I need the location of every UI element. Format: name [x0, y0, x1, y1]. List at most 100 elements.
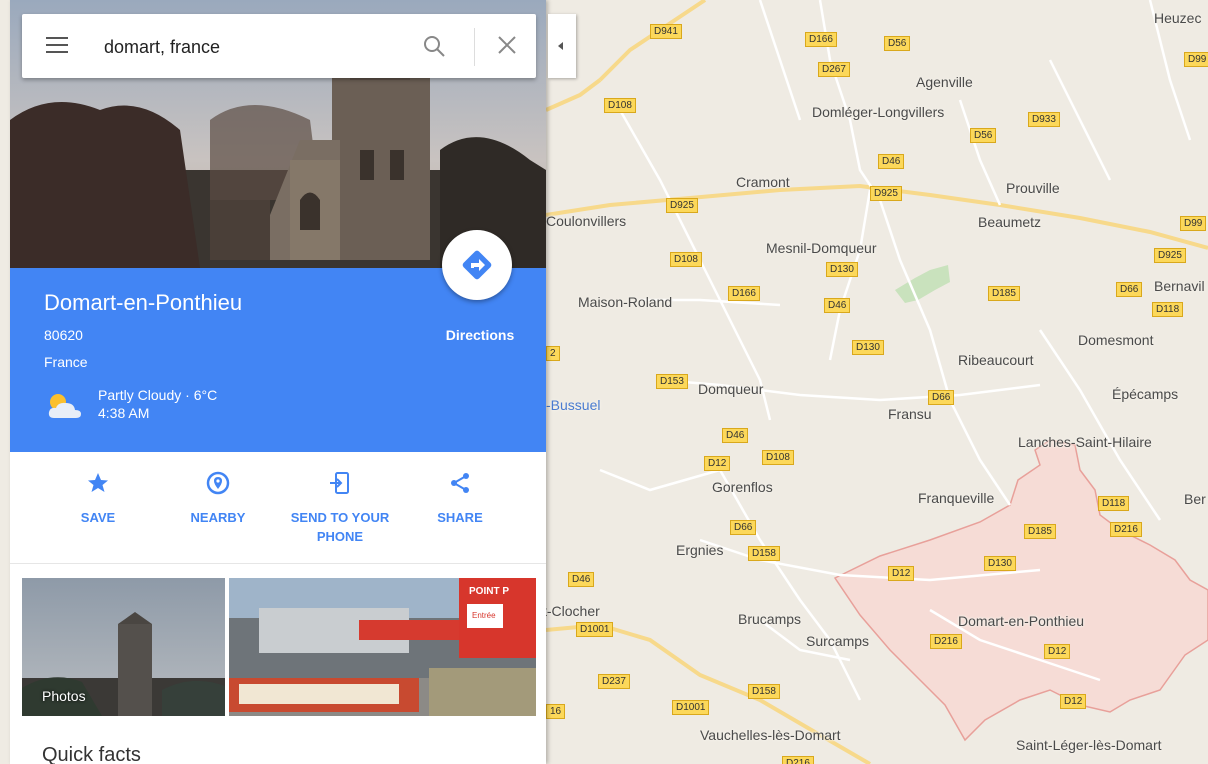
map-place-label: Domart-en-Ponthieu	[958, 613, 1085, 629]
store-sign-entree: Entrée	[472, 611, 496, 620]
place-country: France	[44, 354, 88, 370]
action-row: SAVE NEARBY SEND TO YOUR PHONE SHARE	[10, 452, 546, 564]
road-shield: D166	[805, 32, 837, 47]
road-shield: D941	[650, 24, 682, 39]
map-place-label: Surcamps	[806, 633, 870, 649]
nearby-button[interactable]: NEARBY	[158, 470, 278, 527]
place-side-panel: Domart-en-Ponthieu 80620 France Partly C…	[10, 0, 546, 764]
weather-info: Partly Cloudy · 6°C 4:38 AM	[98, 386, 217, 422]
road-shield: D66	[928, 390, 955, 405]
place-title: Domart-en-Ponthieu	[44, 290, 243, 315]
road-shield: D130	[984, 556, 1016, 571]
chevron-left-icon	[558, 42, 563, 50]
map-place-label: Lanches-Saint-Hilaire	[1018, 434, 1152, 450]
road-shield: D216	[930, 634, 962, 649]
road-shield: D925	[1154, 248, 1186, 263]
road-shield: D153	[656, 374, 688, 389]
local-time: 4:38 AM	[98, 405, 150, 421]
map-place-label: Ergnies	[676, 542, 724, 558]
road-shield: D118	[1098, 496, 1130, 511]
road-shield: D216	[1110, 522, 1142, 537]
map-place-label: Domqueur	[698, 381, 764, 397]
save-button[interactable]: SAVE	[38, 470, 158, 527]
road-shield: D99	[1184, 52, 1208, 67]
road-shield: D925	[870, 186, 902, 201]
road-d941-west	[545, 78, 602, 112]
map-place-label: Brucamps	[738, 611, 802, 627]
map-place-label: Épécamps	[1112, 386, 1179, 402]
map-place-label: Gorenflos	[712, 479, 773, 495]
search-input[interactable]	[104, 32, 404, 62]
map-place-label: Heuzec	[1154, 10, 1202, 26]
map-place-label: Franqueville	[918, 490, 995, 506]
search-divider	[474, 28, 475, 66]
share-button[interactable]: SHARE	[400, 470, 520, 527]
map-place-label: Cramont	[736, 174, 790, 190]
directions-label[interactable]: Directions	[430, 327, 530, 343]
map-place-label: Ribeaucourt	[958, 352, 1034, 368]
nearby-label: NEARBY	[190, 510, 246, 525]
road-shield: D66	[730, 520, 757, 535]
map-place-label: Saint-Léger-lès-Domart	[1016, 737, 1162, 753]
directions-icon	[462, 250, 492, 280]
commune-area-domart	[833, 439, 1208, 742]
map-place-label: Coulonvillers	[546, 213, 627, 229]
road-shield: D1001	[576, 622, 614, 637]
store-sign-brand: POINT P	[469, 586, 510, 597]
directions-button[interactable]	[442, 230, 512, 300]
close-icon[interactable]	[496, 34, 518, 61]
map-place-label: Domesmont	[1078, 332, 1154, 348]
photo-church[interactable]: Photos	[22, 578, 225, 716]
road-d941	[598, 0, 707, 82]
map-place-label: Ber	[1184, 491, 1206, 507]
photos-label: Photos	[42, 688, 86, 704]
road-shield: D66	[1116, 282, 1143, 297]
road-shield: D185	[988, 286, 1020, 301]
photo-street[interactable]: POINT P Entrée	[229, 578, 536, 716]
map-place-label: Maison-Roland	[578, 294, 673, 310]
road-shield: D108	[762, 450, 794, 465]
road-shield: 2	[546, 346, 560, 361]
road-shield: D108	[670, 252, 702, 267]
road-shield: D130	[826, 262, 858, 277]
map-place-label: Fransu	[888, 406, 932, 422]
road-shield: D12	[1060, 694, 1087, 709]
map-place-label: Domléger-Longvillers	[812, 104, 945, 120]
hamburger-menu-icon[interactable]	[46, 37, 68, 53]
road-shield: D12	[888, 566, 915, 581]
road-shield: D216	[782, 756, 814, 764]
partly-cloudy-icon	[44, 390, 84, 425]
road-shield: D46	[568, 572, 595, 587]
share-icon	[400, 470, 520, 496]
search-icon[interactable]	[422, 34, 446, 63]
road-shield: D925	[666, 198, 698, 213]
road-shield: D99	[1180, 216, 1207, 231]
road-shield: D185	[1024, 524, 1056, 539]
road-shield: D118	[1152, 302, 1184, 317]
map-place-label: -Bussuel	[546, 397, 601, 413]
save-label: SAVE	[80, 510, 116, 525]
road-shield: D158	[748, 546, 780, 561]
map-place-label: Beaumetz	[978, 214, 1042, 230]
send-to-phone-icon	[280, 470, 400, 496]
share-label: SHARE	[437, 510, 483, 525]
collapse-panel-button[interactable]	[548, 14, 576, 78]
search-box	[22, 14, 536, 78]
road-shield: D108	[604, 98, 636, 113]
road-shield: D56	[970, 128, 997, 143]
photos-strip: Photos POINT P Entrée	[22, 578, 536, 716]
road-shield: D12	[1044, 644, 1071, 659]
road-shield: D56	[884, 36, 911, 51]
road-shield: D12	[704, 456, 731, 471]
road-shield: 16	[546, 704, 566, 719]
road-shield: D166	[728, 286, 760, 301]
road-shield: D267	[818, 62, 850, 77]
map-place-label: Agenville	[916, 74, 973, 90]
road-shield: D237	[598, 674, 630, 689]
road-shield: D46	[878, 154, 905, 169]
map-place-label: Prouville	[1006, 180, 1060, 196]
map-place-label: t-Clocher	[543, 603, 600, 619]
weather-condition: Partly Cloudy · 6°C	[98, 387, 218, 403]
map-place-label: Mesnil-Domqueur	[766, 240, 877, 256]
send-to-phone-button[interactable]: SEND TO YOUR PHONE	[280, 470, 400, 546]
